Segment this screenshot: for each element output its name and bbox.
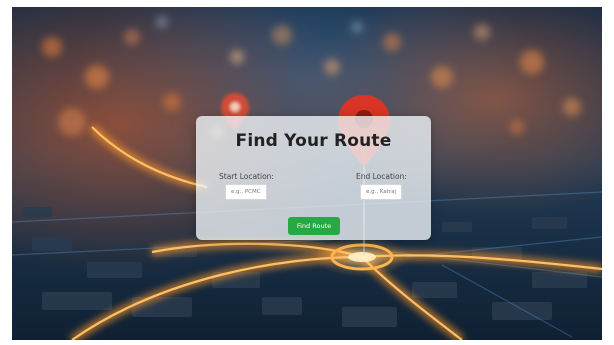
form-title: Find Your Route	[235, 131, 392, 151]
end-location-input[interactable]	[360, 184, 402, 200]
app-viewport: Find Your Route Start Location: End Loca…	[12, 7, 602, 340]
route-form-panel: Find Your Route Start Location: End Loca…	[196, 116, 431, 240]
route-hub	[314, 237, 410, 277]
start-location-input[interactable]	[225, 184, 267, 200]
start-location-label: Start Location:	[219, 172, 274, 181]
find-route-button[interactable]: Find Route	[288, 217, 340, 235]
end-location-label: End Location:	[356, 172, 407, 181]
